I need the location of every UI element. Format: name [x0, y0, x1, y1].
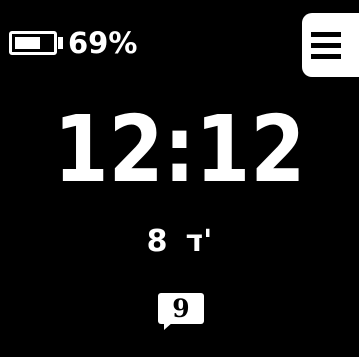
- notification-button[interactable]: 9: [158, 293, 204, 330]
- watch-screen: 69% 12:12 8 ד' 9: [0, 0, 359, 357]
- menu-button[interactable]: [302, 13, 359, 77]
- date-weekday-marker: ד': [185, 224, 213, 259]
- clock-time: 12:12: [53, 96, 306, 203]
- battery-percentage: 69%: [68, 26, 138, 60]
- date-display: 8 ד': [0, 222, 359, 262]
- hamburger-menu-icon: [311, 31, 341, 61]
- battery-level-fill: [15, 37, 40, 49]
- battery-terminal: [58, 37, 63, 49]
- notification-count: 9: [172, 294, 190, 323]
- battery-icon: [9, 31, 57, 55]
- date-day: 8: [146, 224, 168, 259]
